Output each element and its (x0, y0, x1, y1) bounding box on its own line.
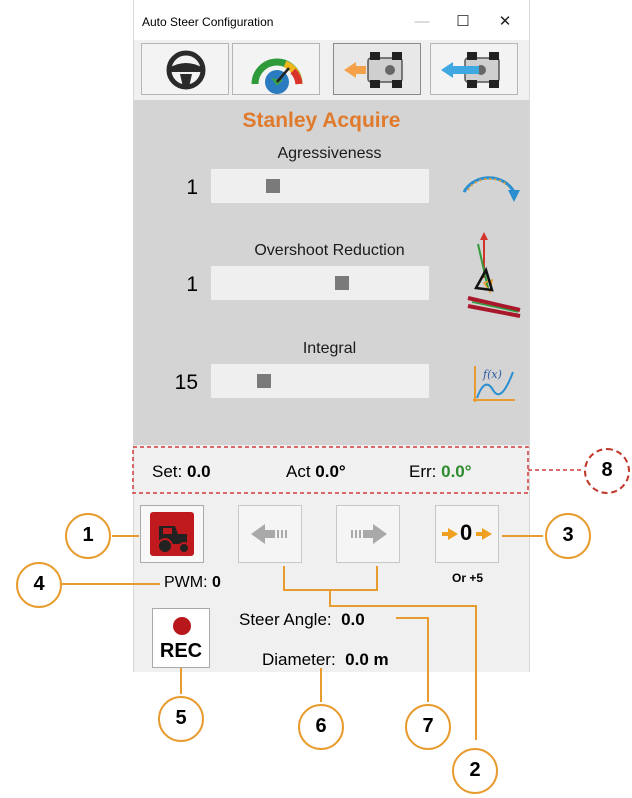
tab-strip (134, 40, 529, 98)
steer-left-button[interactable] (238, 505, 302, 563)
aggressiveness-value: 1 (186, 176, 198, 199)
zero-hint: Or +5 (452, 571, 484, 585)
function-graph-icon: f(x) (473, 366, 515, 402)
callout-4: 4 (16, 562, 62, 608)
steering-wheel-icon (166, 50, 206, 90)
aggressiveness-label: Agressiveness (277, 145, 382, 162)
steer-angle-readout: Steer Angle: 0.0 (239, 610, 365, 629)
engage-autosteer-button[interactable] (140, 505, 204, 563)
maximize-button[interactable]: ☐ (448, 8, 478, 36)
callout-3: 3 (545, 513, 591, 559)
tractor-rear-steer-icon (344, 52, 403, 88)
callout-1: 1 (65, 513, 111, 559)
title-bar: Auto Steer Configuration — ☐ ✕ (134, 0, 529, 40)
status-bar: Set: 0.0 Act 0.0° Err: 0.0° (134, 446, 529, 494)
callout-8: 8 (584, 448, 630, 494)
callout-6: 6 (298, 704, 344, 750)
arrow-right-icon (351, 524, 387, 544)
callout-2: 2 (452, 748, 498, 794)
tab-front-steer[interactable] (430, 43, 518, 95)
tab-rear-steer[interactable] (333, 43, 421, 95)
record-label: REC (159, 640, 203, 662)
callout-7: 7 (405, 704, 451, 750)
integral-label: Integral (302, 340, 357, 357)
set-readout: Set: 0.0 (152, 462, 211, 481)
overshoot-reduction-label: Overshoot Reduction (254, 242, 405, 259)
arrow-left-icon (251, 524, 287, 544)
zero-text: 0 (460, 520, 473, 545)
window-title: Auto Steer Configuration (142, 15, 274, 29)
record-button[interactable]: REC (152, 608, 210, 668)
tab-steering-wheel[interactable] (141, 43, 229, 95)
minimize-button[interactable]: — (407, 8, 437, 36)
aggressiveness-slider[interactable] (211, 169, 429, 203)
steer-right-button[interactable] (336, 505, 400, 563)
err-readout: Err: 0.0° (409, 462, 472, 481)
overshoot-reduction-slider-thumb[interactable] (335, 276, 349, 290)
pwm-readout: PWM: 0 (164, 574, 221, 591)
panel-title: Stanley Acquire (242, 109, 401, 132)
overshoot-vector-icon (467, 232, 521, 318)
tab-gauge[interactable] (232, 43, 320, 95)
overshoot-reduction-value: 1 (186, 273, 198, 296)
integral-value: 15 (174, 371, 198, 394)
zero-steer-button[interactable]: 0 (435, 505, 499, 563)
arc-arrow-icon (462, 176, 520, 202)
record-dot-icon (173, 617, 191, 635)
aggressiveness-slider-thumb[interactable] (266, 179, 280, 193)
gauge-icon (251, 58, 303, 94)
act-readout: Act 0.0° (286, 462, 346, 481)
stanley-panel: Stanley Acquire Agressiveness 1 Overshoo… (134, 100, 529, 445)
integral-slider-thumb[interactable] (257, 374, 271, 388)
close-button[interactable]: ✕ (490, 8, 520, 36)
overshoot-reduction-slider[interactable] (211, 266, 429, 300)
tractor-front-steer-icon (441, 52, 500, 88)
diameter-readout: Diameter: 0.0 m (262, 650, 389, 669)
integral-slider[interactable] (211, 364, 429, 398)
callout-5: 5 (158, 696, 204, 742)
auto-steer-window: Auto Steer Configuration — ☐ ✕ Stanley A… (133, 0, 530, 672)
tractor-engage-icon (150, 512, 194, 556)
svg-text:f(x): f(x) (482, 368, 502, 381)
